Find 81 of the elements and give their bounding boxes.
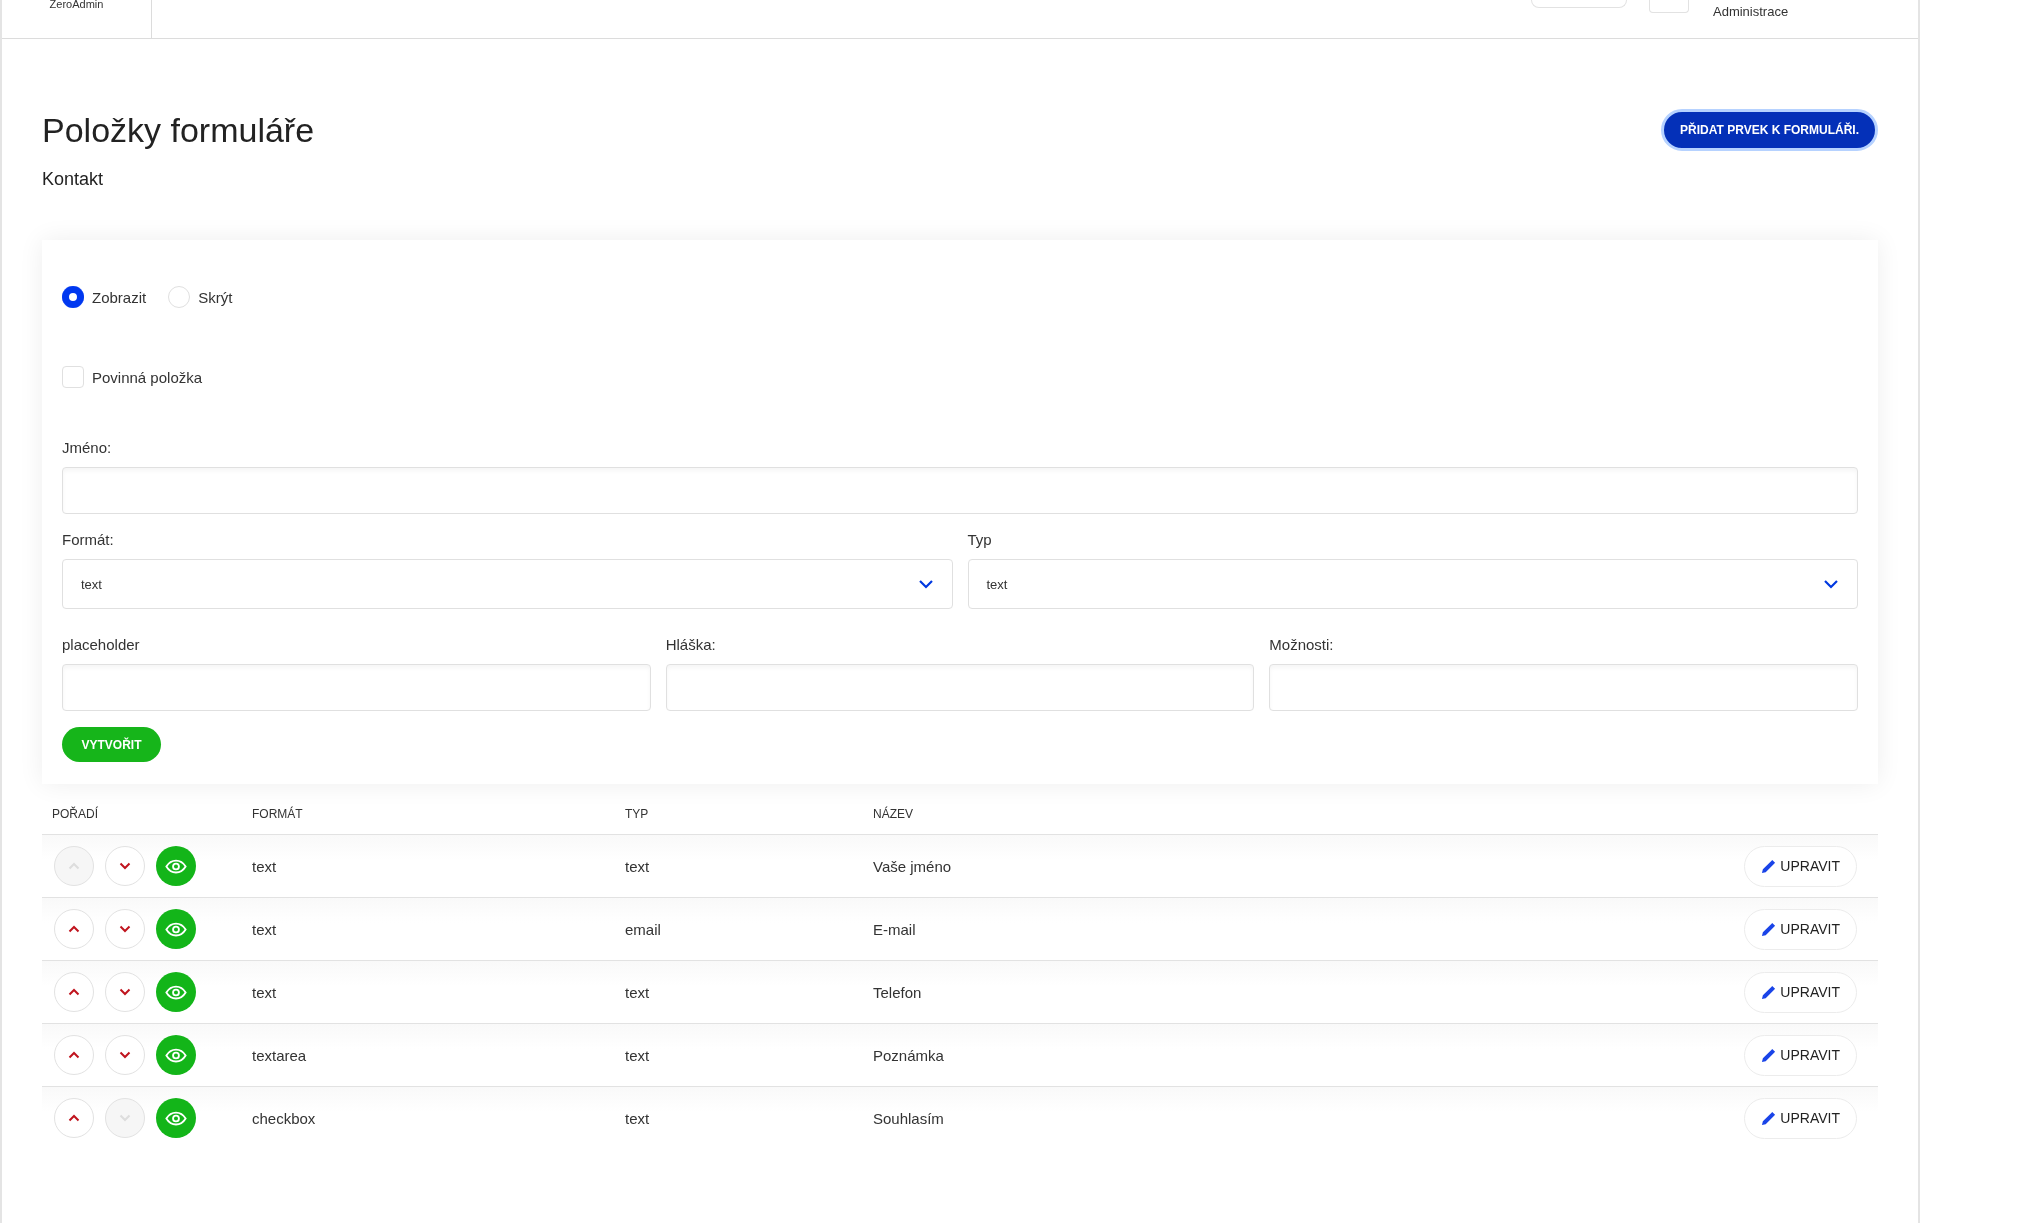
eye-icon <box>165 984 187 1000</box>
field-label: Formát: <box>62 531 115 548</box>
add-item-button[interactable]: PŘIDAT PRVEK K FORMULÁŘI. <box>1661 109 1878 151</box>
table-cell-text: Poznámka <box>872 1046 945 1064</box>
checkbox[interactable] <box>62 366 84 388</box>
table-cell-text: text <box>624 1046 651 1064</box>
checkbox-label: Povinná položka <box>92 368 203 386</box>
table-cell-text: Souhlasím <box>872 1109 945 1127</box>
chevron-up-icon <box>68 988 80 996</box>
text-input[interactable] <box>1269 664 1858 711</box>
text-input[interactable] <box>665 664 1255 711</box>
field-label: Hláška: <box>665 636 717 653</box>
move-up-button[interactable] <box>54 1098 94 1138</box>
table-cell-text: Telefon <box>872 983 923 1001</box>
select-field[interactable]: text <box>967 559 1858 609</box>
table-cell-text: text <box>624 1109 651 1127</box>
table-cell-text: text <box>624 983 651 1001</box>
move-up-button[interactable] <box>54 909 94 949</box>
field-label: Jméno: <box>62 439 113 456</box>
radio-label: Zobrazit <box>92 288 147 306</box>
move-down-button[interactable] <box>105 1035 145 1075</box>
edit-button[interactable]: UPRAVIT <box>1744 971 1857 1013</box>
visibility-toggle[interactable] <box>156 846 196 886</box>
eye-icon <box>165 1047 187 1063</box>
user-label: Administrace <box>1713 4 1790 19</box>
chevron-down-icon <box>119 862 131 870</box>
form-name: Kontakt <box>42 169 105 190</box>
visibility-toggle[interactable] <box>156 1098 196 1138</box>
pencil-icon <box>1761 1047 1777 1063</box>
table-cell-text: Vaše jméno <box>872 857 953 875</box>
page-title: Položky formuláře <box>42 110 315 150</box>
move-down-button[interactable] <box>105 909 145 949</box>
pencil-icon <box>1761 921 1777 937</box>
visibility-toggle[interactable] <box>156 1035 196 1075</box>
chevron-up-icon <box>68 1114 80 1122</box>
column-header: FORMÁT <box>251 807 304 821</box>
move-up-button[interactable] <box>54 972 94 1012</box>
chevron-down-icon <box>119 1051 131 1059</box>
pencil-icon <box>1761 984 1777 1000</box>
field-label: Možnosti: <box>1269 636 1335 653</box>
table-cell-text: text <box>251 983 278 1001</box>
table-cell-text: text <box>251 920 278 938</box>
edit-button[interactable]: UPRAVIT <box>1744 1034 1857 1076</box>
table-cell-text: textarea <box>251 1046 308 1064</box>
chevron-up-icon <box>68 862 80 870</box>
move-down-button[interactable] <box>105 846 145 886</box>
eye-icon <box>165 1110 187 1126</box>
chevron-down-icon <box>119 1114 131 1122</box>
move-up-button[interactable] <box>54 1035 94 1075</box>
chevron-up-icon <box>68 1051 80 1059</box>
table-cell-text: text <box>624 857 651 875</box>
pencil-icon <box>1761 1110 1777 1126</box>
chevron-up-icon <box>68 925 80 933</box>
chevron-down-icon <box>119 925 131 933</box>
edit-button[interactable]: UPRAVIT <box>1744 908 1857 950</box>
select-field[interactable]: text <box>62 559 953 609</box>
table-cell-text: E-mail <box>872 920 917 938</box>
table-cell-text: checkbox <box>251 1109 317 1127</box>
chevron-down-icon <box>1823 579 1839 589</box>
radio-button[interactable] <box>62 286 84 308</box>
chevron-down-icon <box>917 579 934 589</box>
visibility-toggle[interactable] <box>156 972 196 1012</box>
column-header: TYP <box>624 807 650 821</box>
field-label: placeholder <box>62 636 141 653</box>
chevron-down-icon <box>119 988 131 996</box>
edit-button[interactable]: UPRAVIT <box>1744 845 1857 887</box>
column-header: POŘADÍ <box>51 807 99 821</box>
field-label: Typ <box>967 531 993 548</box>
eye-icon <box>165 858 187 874</box>
eye-icon <box>165 921 187 937</box>
table-cell-text: text <box>251 857 278 875</box>
visibility-toggle[interactable] <box>156 909 196 949</box>
move-down-button[interactable] <box>105 972 145 1012</box>
radio-label: Skrýt <box>198 288 233 306</box>
pencil-icon <box>1761 858 1777 874</box>
edit-button[interactable]: UPRAVIT <box>1744 1097 1857 1139</box>
logo-text[interactable]: ZeroAdmin <box>49 0 104 38</box>
text-input[interactable] <box>62 664 651 711</box>
column-header: NÁZEV <box>872 807 914 821</box>
name-input[interactable] <box>62 467 1858 514</box>
table-cell-text: email <box>624 920 662 938</box>
